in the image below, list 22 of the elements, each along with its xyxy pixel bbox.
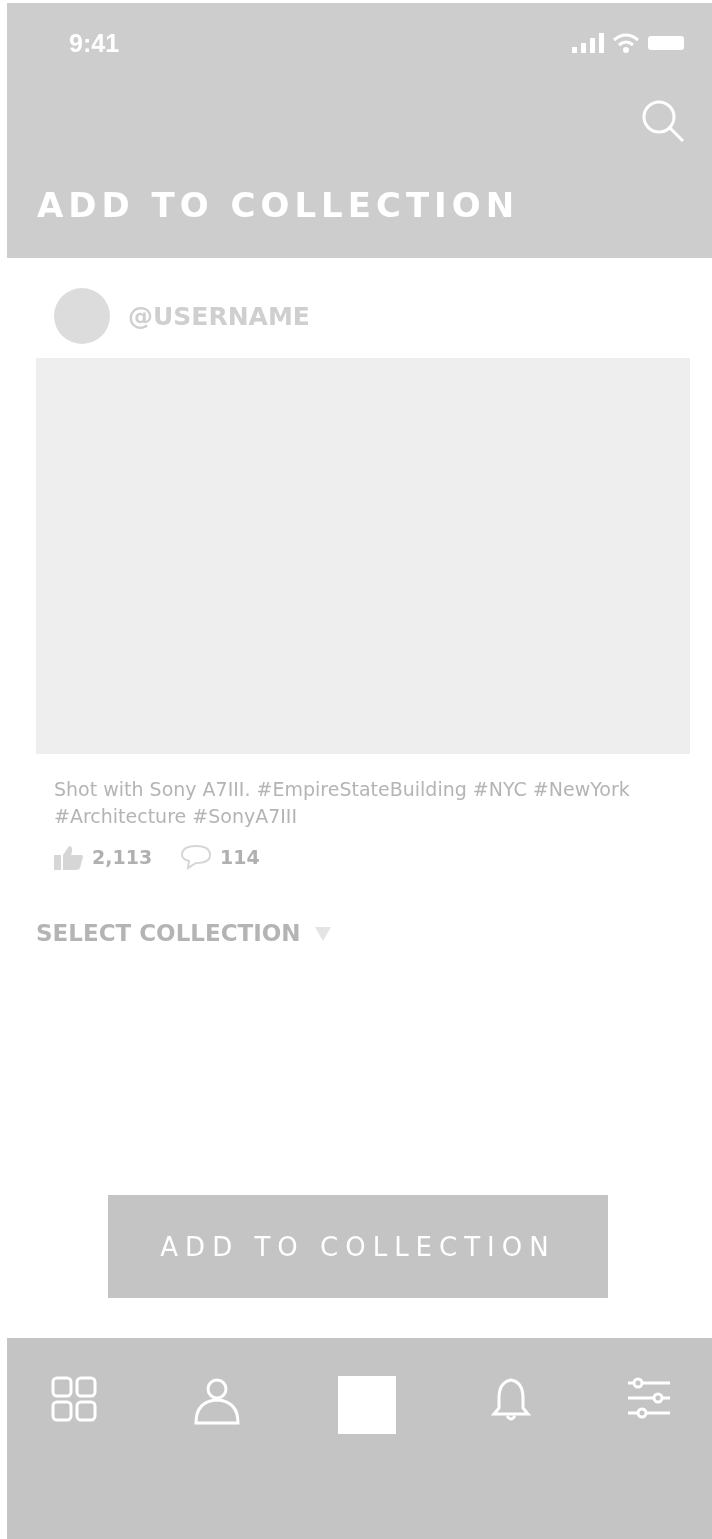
battery-icon — [648, 35, 684, 51]
caret-icon — [314, 925, 331, 941]
sliders-icon — [626, 1376, 672, 1420]
collection-dropdown[interactable]: SELECT COLLECTION — [36, 920, 331, 946]
post-caption: Shot with Sony A7III. #EmpireStateBuilding #NYC #NewYork #Architecture #SonyA7III — [54, 777, 631, 829]
wifi-icon — [612, 32, 640, 54]
nav-button[interactable] — [51, 1376, 97, 1422]
avatar — [54, 288, 110, 344]
speech-bubble-icon — [180, 844, 213, 870]
search-button[interactable] — [640, 98, 686, 144]
nav-button[interactable] — [337, 1376, 396, 1434]
nav-button[interactable] — [192, 1376, 243, 1426]
nav-button[interactable] — [626, 1376, 672, 1420]
profile-icon — [192, 1376, 243, 1426]
add-to-collection-button[interactable]: ADD TO COLLECTION — [108, 1195, 608, 1298]
signal-icon — [572, 33, 604, 53]
square-icon — [337, 1376, 396, 1434]
like-count: 2,113 — [92, 846, 153, 868]
comment-count: 114 — [220, 846, 260, 868]
grid-icon — [51, 1376, 97, 1422]
search-icon — [640, 98, 686, 144]
thumbs-up-icon — [54, 844, 84, 870]
